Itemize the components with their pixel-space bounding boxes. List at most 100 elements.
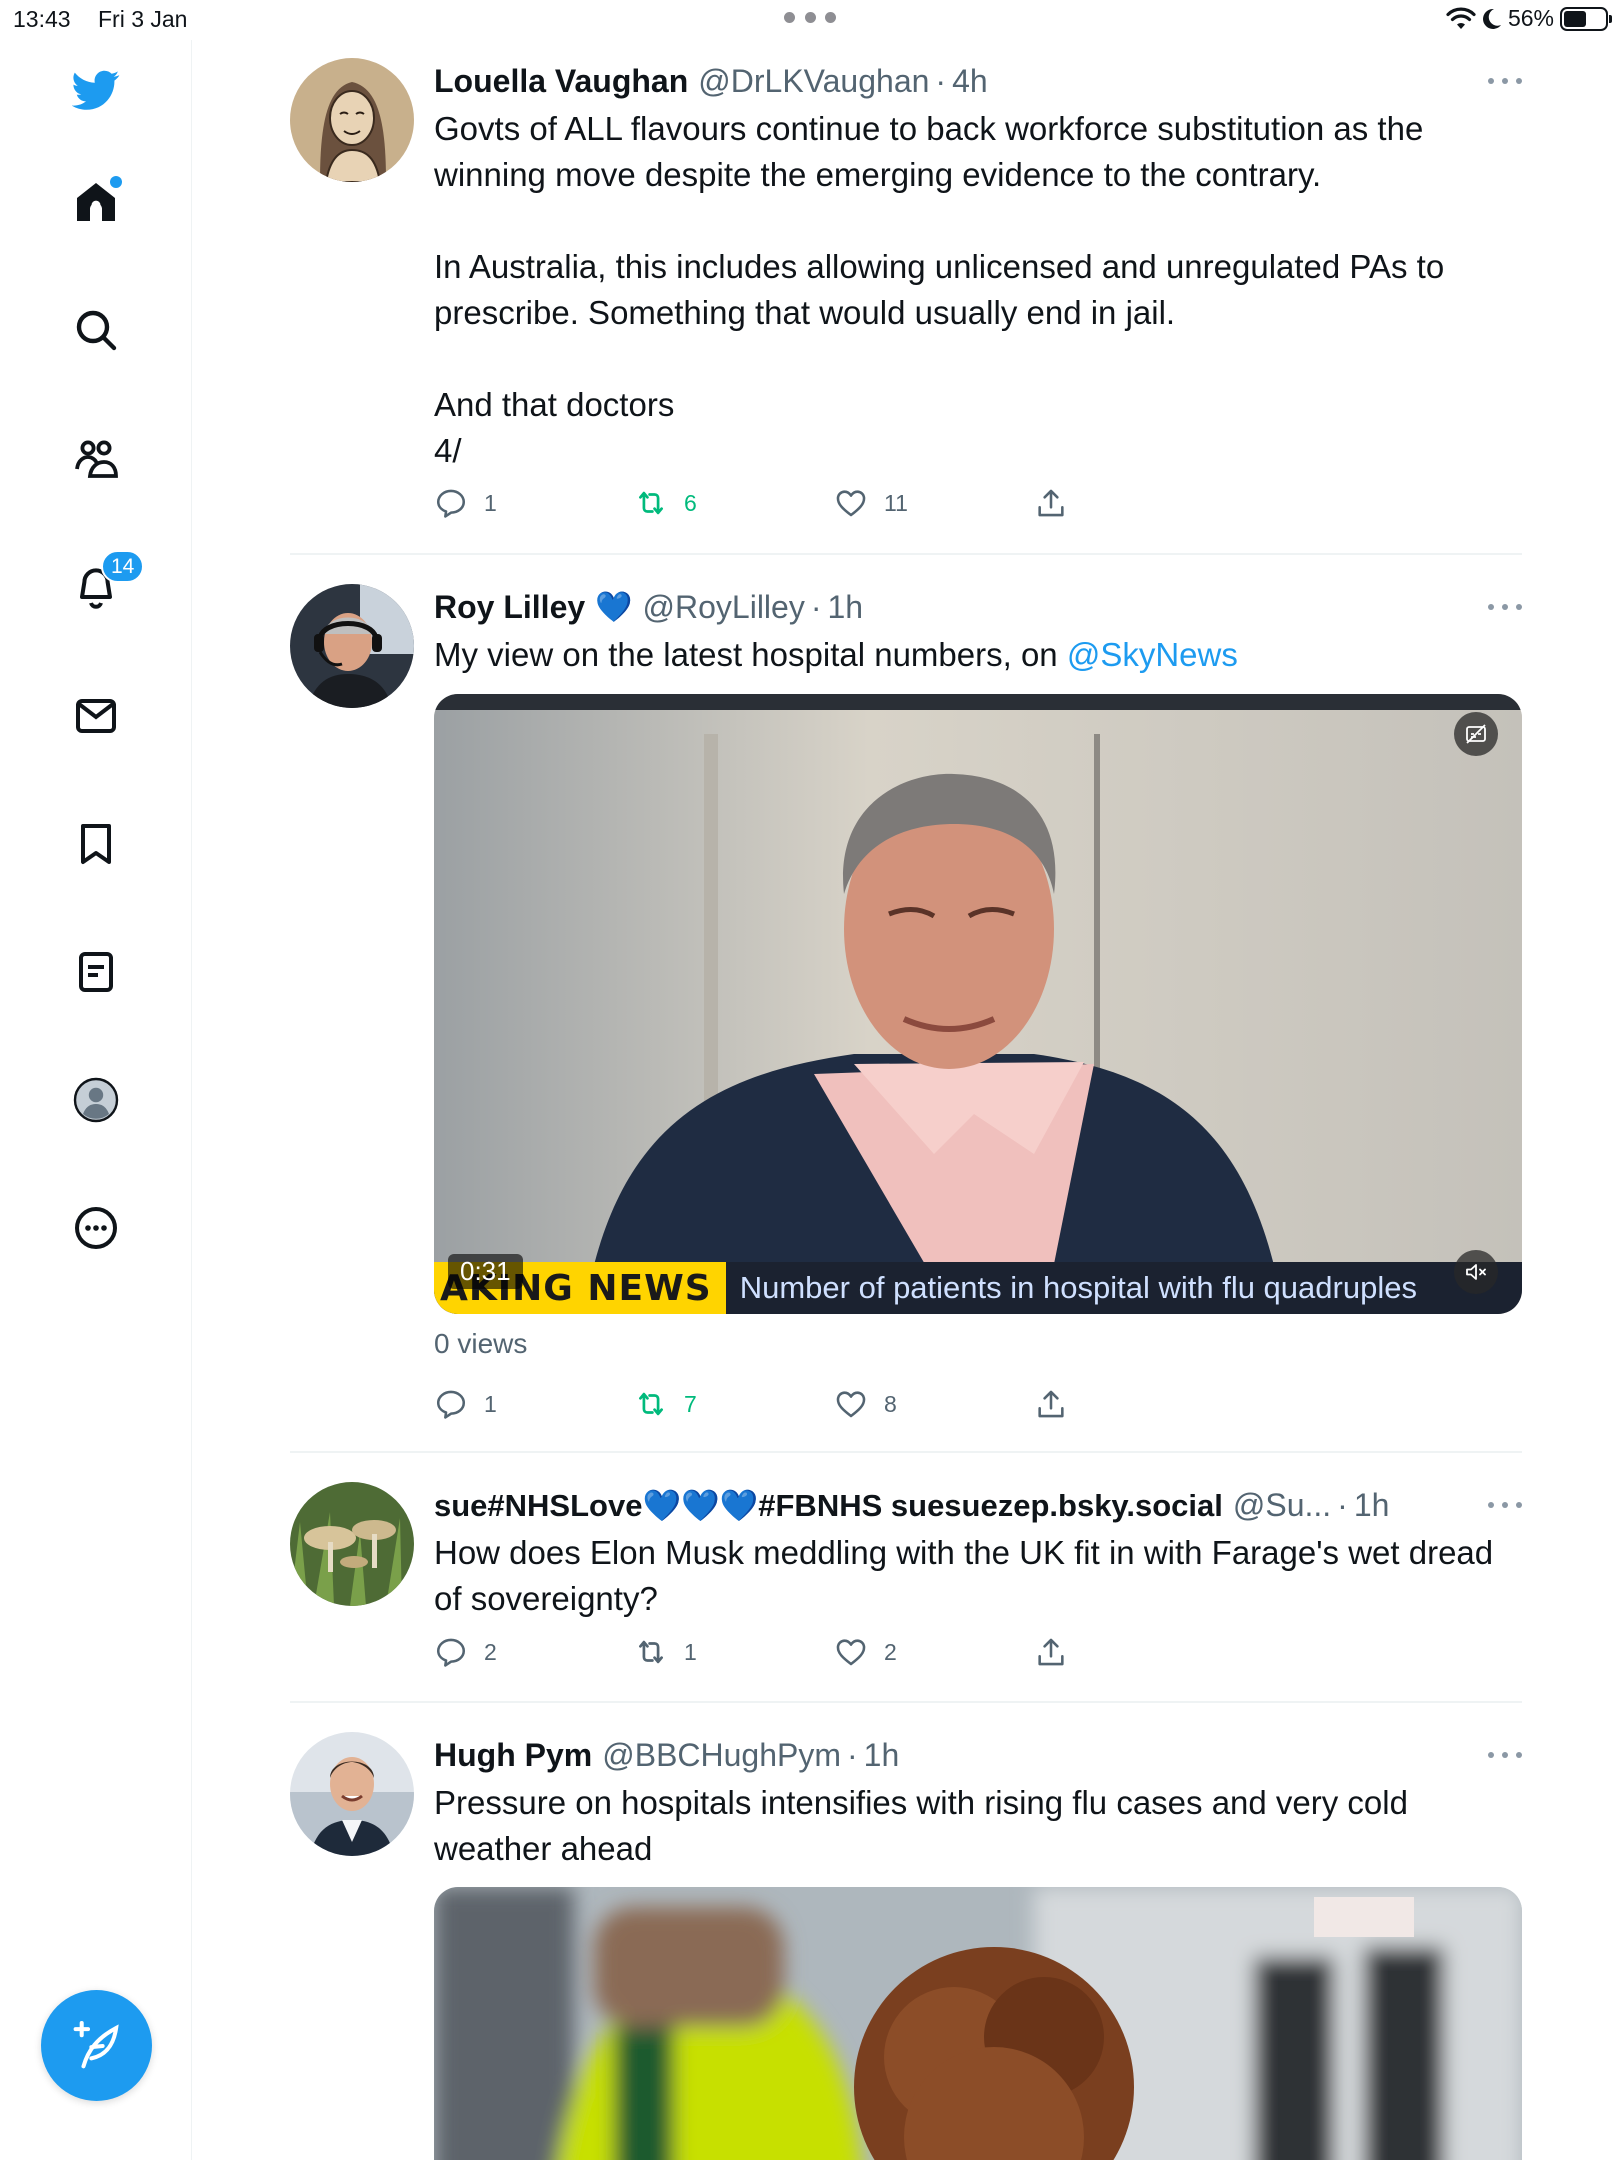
status-bar: 13:43 Fri 3 Jan 56% [0,0,1620,40]
author-name[interactable]: sue#NHSLove💙💙💙#FBNHS suesuezep.bsky.soci… [434,1487,1223,1524]
tweet[interactable]: Hugh Pym @BBCHughPym · 1h Pressure on ho… [290,1732,1522,2160]
retweet-count: 6 [684,489,697,516]
tweet[interactable]: Louella Vaughan @DrLKVaughan · 4h Govts … [290,58,1522,538]
avatar[interactable] [290,58,414,182]
more-options-icon[interactable] [1488,1494,1522,1516]
video-frame [434,694,1522,1314]
twitter-logo-icon[interactable] [60,54,132,126]
status-right: 56% [1446,5,1612,32]
tweet-text-prefix: My view on the latest hospital numbers, … [434,636,1067,673]
reply-button[interactable]: 1 [434,483,497,523]
share-button[interactable] [1034,1384,1068,1424]
share-button[interactable] [1034,483,1068,523]
more-options-icon[interactable] [1488,1744,1522,1766]
reply-icon [436,1390,466,1419]
like-count: 8 [884,1390,897,1417]
sidebar-item-bookmarks[interactable] [60,808,132,880]
tweet-time[interactable]: 4h [952,63,988,100]
tweet-text: Pressure on hospitals intensifies with r… [434,1784,1418,1867]
reply-count: 2 [484,1638,497,1665]
tweet-text: Govts of ALL flavours continue to back w… [434,110,1445,469]
reply-button[interactable]: 2 [434,1632,497,1672]
video-player[interactable]: AKING NEWS Number of patients in hospita… [434,694,1522,1314]
separator-dot: · [810,588,822,625]
battery-icon [1560,6,1612,31]
sidebar-item-messages[interactable] [60,680,132,752]
reply-count: 1 [484,1390,497,1417]
sidebar-item-lists[interactable] [60,936,132,1008]
sidebar-item-notifications[interactable]: 14 [60,550,145,622]
tweet-time[interactable]: 1h [1354,1487,1390,1524]
author-handle[interactable]: @Su... [1233,1487,1331,1524]
author-name[interactable]: Louella Vaughan [434,63,688,100]
moon-icon [1482,8,1501,29]
tweet[interactable]: sue#NHSLove💙💙💙#FBNHS suesuezep.bsky.soci… [290,1482,1522,1682]
mention-link[interactable]: @SkyNews [1067,636,1238,673]
sidebar-item-more[interactable] [60,1192,132,1264]
captions-off-icon [1466,724,1486,744]
retweet-button[interactable]: 1 [634,1632,697,1672]
tweet-actions: 1 6 11 [434,483,1114,523]
avatar[interactable] [290,1732,414,1856]
share-icon [1038,1390,1064,1418]
retweet-icon [639,1392,663,1416]
like-button[interactable]: 11 [834,483,908,523]
retweet-button[interactable]: 7 [634,1384,697,1424]
retweet-icon [639,491,663,515]
like-button[interactable]: 2 [834,1632,897,1672]
separator-dot: · [935,62,947,99]
heart-icon [836,490,866,517]
tweet-divider [290,1701,1522,1703]
tweet-text: My view on the latest hospital numbers, … [434,632,1522,678]
tweet-header: Hugh Pym @BBCHughPym · 1h [434,1732,1522,1778]
retweet-button[interactable]: 6 [634,483,697,523]
retweet-count: 1 [684,1638,697,1665]
avatar[interactable] [290,1482,414,1606]
captions-button[interactable] [1454,712,1498,756]
author-handle[interactable]: @RoyLilley [643,589,805,626]
mute-button[interactable] [1454,1250,1498,1294]
battery-percent: 56% [1507,5,1554,31]
reply-icon [436,489,466,518]
compose-button[interactable] [41,1990,152,2101]
speaker-muted-icon [1466,1264,1486,1280]
video-duration: 0:31 [448,1254,523,1289]
lists-icon [79,952,113,992]
avatar[interactable] [290,584,414,708]
multitasking-dots-icon[interactable] [784,12,836,26]
news-ticker: AKING NEWS Number of patients in hospita… [434,1262,1522,1314]
sidebar-item-profile[interactable] [60,1064,132,1136]
author-handle[interactable]: @DrLKVaughan [698,63,929,100]
status-date: Fri 3 Jan [98,6,188,32]
reply-button[interactable]: 1 [434,1384,497,1424]
tweet[interactable]: Roy Lilley 💙 @RoyLilley · 1h My view on … [290,584,1522,1434]
tweet-header: sue#NHSLove💙💙💙#FBNHS suesuezep.bsky.soci… [434,1482,1522,1528]
more-options-icon[interactable] [1488,70,1522,92]
retweet-count: 7 [684,1390,697,1417]
tweet-image[interactable] [434,1887,1522,2160]
tweet-body: Louella Vaughan @DrLKVaughan · 4h Govts … [434,58,1522,474]
tweet-actions: 1 7 8 [434,1384,1114,1424]
reply-icon [436,1638,466,1667]
like-button[interactable]: 8 [834,1384,897,1424]
view-count: 0 views [434,1328,528,1359]
author-handle[interactable]: @BBCHughPym [602,1737,841,1774]
share-button[interactable] [1034,1632,1068,1672]
tweet-header: Roy Lilley 💙 @RoyLilley · 1h [434,584,1522,630]
tweet-body: sue#NHSLove💙💙💙#FBNHS suesuezep.bsky.soci… [434,1482,1522,1622]
sidebar-item-explore[interactable] [60,294,132,366]
ambulance-photo [434,1887,1522,2160]
author-name[interactable]: Roy Lilley [434,589,585,626]
wifi-icon [1446,7,1476,29]
tweet-time[interactable]: 1h [827,589,863,626]
profile-icon [73,1077,119,1123]
author-name[interactable]: Hugh Pym [434,1737,592,1774]
sidebar-item-communities[interactable] [60,422,132,494]
heart-icon [836,1391,866,1418]
sidebar-item-home[interactable] [60,166,132,238]
separator-dot: · [1337,1486,1348,1523]
separator-dot: · [847,1736,858,1773]
more-options-icon[interactable] [1488,596,1522,618]
compose-feather-icon [73,2020,119,2068]
tweet-time[interactable]: 1h [864,1737,900,1774]
